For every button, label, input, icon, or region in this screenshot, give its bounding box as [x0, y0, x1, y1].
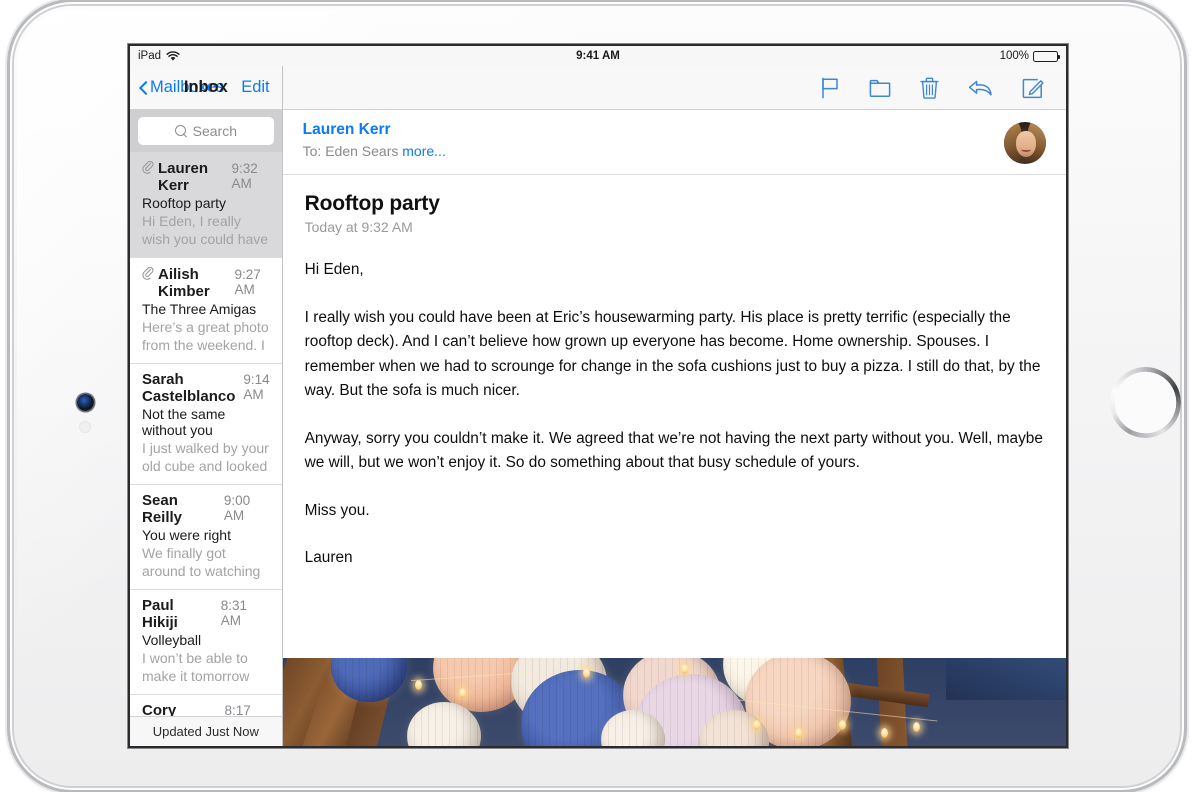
battery-cap	[1058, 55, 1060, 59]
front-camera-icon	[77, 394, 94, 411]
avatar-smile	[1021, 147, 1031, 152]
message-time: 9:00 AM	[223, 493, 251, 523]
string-light-bulb	[582, 668, 590, 678]
message-preview: Hi Eden, I really wish you could have be…	[142, 213, 269, 247]
message-list-item[interactable]: Sarah Castelblanco 9:14 AM Not the same wi…	[130, 364, 282, 485]
message-header-text: Lauren Kerr To: Eden Sears more...	[303, 121, 1004, 159]
status-bar: iPad 9:41 AM 100%	[130, 46, 1066, 66]
trash-icon[interactable]	[920, 77, 939, 99]
message-list-item[interactable]: Paul Hikiji 8:31 AM Volleyball I won’t be a…	[130, 590, 282, 695]
message-sender: Ailish Kimber	[158, 266, 210, 300]
message-header: Lauren Kerr To: Eden Sears more...	[282, 110, 1066, 175]
string-light-bulb	[752, 720, 760, 730]
folder-icon[interactable]	[869, 78, 891, 98]
list-navigation-bar: Mailboxes Inbox Edit	[130, 66, 282, 110]
message-paragraph: Anyway, sorry you couldn’t make it. We a…	[304, 429, 1043, 472]
recipients-line: To: Eden Sears more...	[303, 143, 1004, 159]
sender-name[interactable]: Lauren Kerr	[303, 121, 1004, 139]
message-paragraphs: Hi Eden, I really wish you could have bee…	[305, 258, 1044, 571]
search-input[interactable]: Search	[138, 117, 274, 145]
home-button[interactable]	[1110, 367, 1181, 438]
message-sender: Paul Hikiji	[142, 597, 178, 631]
string-light-bulb	[680, 664, 688, 674]
message-list-item[interactable]: Lauren Kerr 9:32 AM Rooftop party Hi Eden, …	[130, 152, 282, 258]
message-time: 8:31 AM	[220, 598, 248, 628]
message-row-top: Sean Reilly 9:00 AM	[142, 492, 270, 526]
ambient-sensor-icon	[79, 421, 91, 433]
message-row-top: Paul Hikiji 8:31 AM	[142, 597, 270, 631]
message-subject: Rooftop party	[142, 195, 227, 211]
message-list-item[interactable]: Ailish Kimber 9:27 AM The Three Amigas Here…	[130, 258, 282, 364]
message-list-pane: Mailboxes Inbox Edit Search Lauren Kerr 9…	[130, 66, 283, 746]
night-sky	[946, 658, 1066, 700]
back-to-mailboxes-button[interactable]: Mailboxes	[139, 78, 224, 97]
message-preview: I just walked by your old cube and looke…	[142, 440, 269, 474]
message-subject: Not the same without you	[142, 406, 226, 438]
string-light-bulb	[880, 728, 888, 738]
message-preview: We finally got around to watching the mo…	[142, 545, 261, 579]
attachment-photo[interactable]	[282, 658, 1066, 746]
edit-button[interactable]: Edit	[241, 78, 269, 97]
message-body: Rooftop party Today at 9:32 AM Hi Eden, I…	[282, 175, 1066, 746]
message-time: 9:32 AM	[231, 161, 258, 191]
recipients-label: To: Eden Sears	[302, 143, 399, 159]
avatar-face	[1016, 131, 1036, 157]
battery-percent-label: 100%	[999, 50, 1029, 62]
message-list-item[interactable]: Sean Reilly 9:00 AM You were right We final…	[130, 485, 282, 590]
message-preview: Here’s a great photo from the weekend. I…	[142, 319, 269, 353]
string-light-bulb	[838, 720, 846, 730]
message-paragraph: Hi Eden,	[304, 261, 364, 278]
message-sender: Lauren Kerr	[158, 160, 209, 194]
search-placeholder: Search	[192, 123, 237, 139]
message-time: 9:27 AM	[234, 267, 261, 297]
string-light-bulb	[912, 722, 920, 732]
status-bar-right: 100%	[999, 50, 1060, 62]
search-icon	[174, 125, 187, 137]
message-row-top: Lauren Kerr 9:32 AM	[142, 159, 270, 194]
paperclip-icon	[142, 266, 154, 281]
chevron-left-icon	[139, 80, 148, 96]
message-preview: I won’t be able to make it tomorrow nigh…	[142, 650, 250, 684]
message-paragraph: I really wish you could have been at Eri…	[304, 308, 1041, 400]
ipad-screen: iPad 9:41 AM 100% Mailboxes Inbox Edit S…	[130, 46, 1066, 746]
list-footer-status: Updated Just Now	[130, 716, 282, 746]
message-time: 9:14 AM	[243, 372, 270, 402]
message-paragraph: Lauren	[304, 549, 353, 566]
message-timestamp: Today at 9:32 AM	[304, 219, 413, 235]
avatar	[1004, 122, 1046, 164]
message-subject: Rooftop party	[304, 192, 440, 215]
message-subject: You were right	[142, 527, 231, 543]
back-button-label: Mailboxes	[150, 78, 225, 96]
string-light-bulb	[414, 680, 422, 690]
reply-icon[interactable]	[968, 78, 993, 98]
more-recipients-link[interactable]: more...	[402, 143, 446, 159]
detail-toolbar	[282, 66, 1066, 110]
string-light-bulb	[458, 688, 466, 698]
compose-icon[interactable]	[1022, 77, 1044, 99]
string-light-bulb	[794, 728, 802, 738]
message-row-top: Ailish Kimber 9:27 AM	[142, 265, 270, 300]
message-detail-pane: Lauren Kerr To: Eden Sears more... Rooft…	[282, 66, 1066, 746]
flag-icon[interactable]	[820, 77, 840, 99]
search-bar-container: Search	[130, 110, 282, 152]
message-row-top: Sarah Castelblanco 9:14 AM	[142, 371, 270, 405]
message-subject: Volleyball	[142, 632, 202, 648]
message-sender: Sarah Castelblanco	[142, 371, 236, 405]
message-list[interactable]: Lauren Kerr 9:32 AM Rooftop party Hi Eden, …	[130, 152, 282, 746]
message-paragraph: Miss you.	[304, 501, 370, 519]
status-bar-clock: 9:41 AM	[576, 50, 620, 62]
message-subject: The Three Amigas	[142, 301, 257, 317]
message-sender: Sean Reilly	[142, 492, 183, 526]
paperclip-icon	[142, 160, 154, 175]
battery-icon	[1033, 50, 1060, 62]
split-view: Mailboxes Inbox Edit Search Lauren Kerr 9…	[130, 66, 1066, 746]
